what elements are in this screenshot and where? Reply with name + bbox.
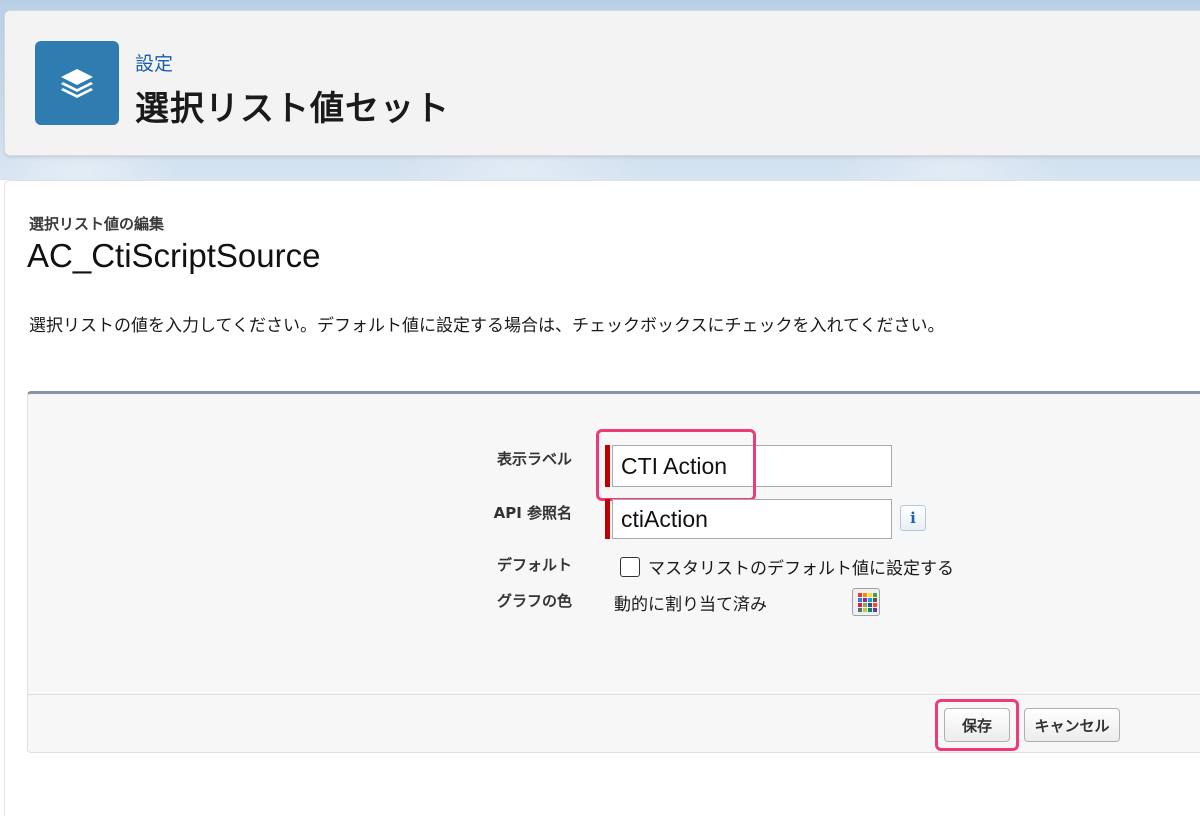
required-indicator (605, 445, 610, 487)
color-palette-icon[interactable] (852, 588, 880, 616)
save-button[interactable]: 保存 (944, 708, 1010, 742)
form-footer-divider (28, 694, 1200, 695)
breadcrumb[interactable]: 設定 (135, 49, 173, 76)
layers-icon (35, 41, 119, 125)
instructions-text: 選択リストの値を入力してください。デフォルト値に設定する場合は、チェックボックス… (29, 316, 945, 336)
edit-form: 表示ラベル API 参照名 i デフォルト マスタリストのデフォルト値に設定する… (27, 391, 1200, 753)
chart-color-field-label: グラフの色 (496, 592, 572, 610)
page-header: 設定 選択リスト値セット (4, 10, 1200, 156)
page-title: 選択リスト値セット (135, 89, 450, 129)
required-indicator (605, 499, 610, 539)
cancel-button[interactable]: キャンセル (1024, 708, 1120, 742)
default-checkbox[interactable] (620, 557, 640, 577)
chart-color-value: 動的に割り当て済み (614, 595, 767, 615)
api-name-input[interactable] (612, 499, 892, 539)
info-icon[interactable]: i (900, 505, 926, 531)
label-input[interactable] (612, 445, 892, 487)
label-field-label: 表示ラベル (496, 450, 572, 468)
page-subtitle: 選択リスト値の編集 (29, 215, 165, 233)
main-content: 選択リスト値の編集 AC_CtiScriptSource 選択リストの値を入力し… (4, 180, 1200, 816)
api-name-field-label: API 参照名 (493, 504, 572, 522)
record-name: AC_CtiScriptSource (27, 237, 321, 274)
default-checkbox-label: マスタリストのデフォルト値に設定する (648, 559, 954, 579)
default-field-label: デフォルト (496, 556, 572, 574)
